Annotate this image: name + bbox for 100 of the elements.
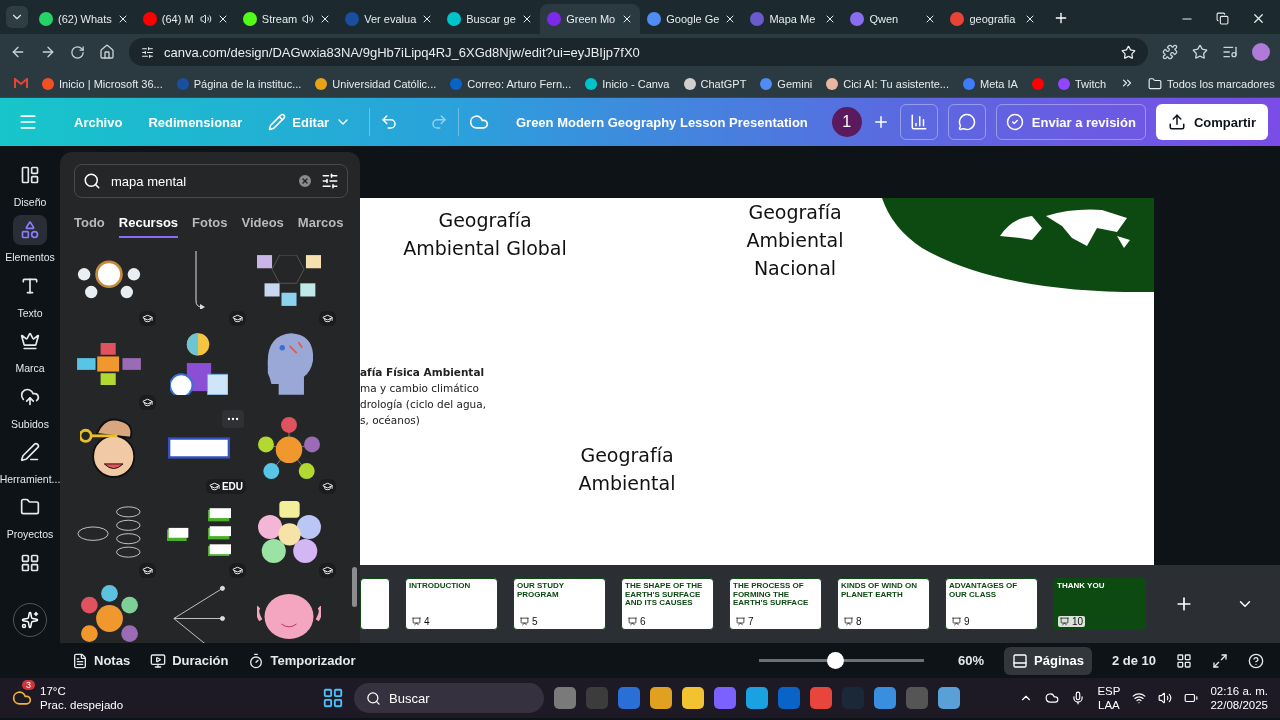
browser-tab[interactable]: Green Mo	[540, 4, 641, 34]
forward-icon[interactable]	[40, 44, 56, 60]
clear-icon[interactable]	[297, 173, 313, 189]
filter-tab[interactable]: Marcos	[297, 214, 344, 238]
help-icon[interactable]	[1248, 652, 1264, 669]
bookmark[interactable]: ChatGPT	[683, 77, 747, 90]
sidebar-item[interactable]: Elementos	[0, 215, 60, 267]
slide-thumbnail[interactable]: KINDS OF WIND ON PLANET EARTH 8	[837, 578, 930, 630]
filter-tab[interactable]: Todo	[74, 214, 105, 238]
bookmark[interactable]: Meta IA	[963, 77, 1018, 90]
browser-tab[interactable]: (64) M	[135, 4, 236, 34]
back-icon[interactable]	[10, 44, 26, 60]
taskbar-app-icon[interactable]	[938, 687, 960, 709]
taskbar-app-icon[interactable]	[746, 687, 768, 709]
sidebar-item[interactable]: Herramient...	[0, 436, 60, 489]
pencil-icon	[268, 113, 287, 131]
arrow-line-drawing	[192, 251, 206, 309]
sidebar-item[interactable]: Proyectos	[0, 492, 60, 544]
browser-tab[interactable]: geografia	[943, 4, 1044, 34]
extensions-icon[interactable]	[1162, 44, 1178, 60]
slide-thumbnail[interactable]: INTRODUCTION 4	[405, 578, 498, 630]
battery-icon[interactable]	[1184, 691, 1199, 705]
sidebar-item[interactable]: Diseño	[0, 160, 60, 212]
taskbar-app-icon[interactable]	[682, 687, 704, 709]
slide-heading: Geografía Ambiental Global	[402, 208, 568, 261]
search-bar[interactable]: mapa mental	[74, 164, 348, 198]
mail-icon[interactable]	[14, 78, 28, 89]
clock-date[interactable]: 22/08/2025	[1210, 698, 1268, 712]
browser-tab[interactable]: Google Ge	[640, 4, 744, 34]
presentation-icon	[520, 617, 529, 626]
search-field[interactable]: mapa mental	[109, 172, 289, 190]
collaborator-avatar[interactable]: 1	[831, 107, 862, 137]
close-icon[interactable]	[1251, 11, 1266, 26]
filter-tab[interactable]: Videos	[241, 214, 284, 238]
oval-mind-map-drawing	[77, 506, 141, 558]
cloud-saved-icon	[469, 112, 490, 132]
all-bookmarks[interactable]: Todos los marcadores	[1148, 76, 1275, 91]
mic-icon[interactable]	[1071, 691, 1086, 705]
slide-thumbnail[interactable]	[360, 578, 390, 630]
browser-tab[interactable]: Ver evalua	[338, 4, 441, 34]
bookmark[interactable]: Twitch	[1057, 77, 1107, 90]
browser-tab[interactable]: Buscar ge	[440, 4, 541, 34]
home-icon[interactable]	[99, 44, 115, 60]
slide-thumbnail[interactable]: THE PROCESS OF FORMING THE EARTH'S SURFACE 7	[729, 578, 822, 630]
fullscreen-icon[interactable]	[1212, 652, 1228, 669]
reload-icon[interactable]	[70, 44, 85, 60]
duration-button[interactable]: Duración	[150, 652, 229, 669]
filter-icon[interactable]	[321, 172, 339, 190]
media-icon[interactable]	[1222, 44, 1238, 60]
more-options-button[interactable]	[222, 410, 244, 428]
slider-thumb[interactable]	[826, 652, 844, 669]
browser-tab[interactable]: (62) Whats	[32, 4, 136, 34]
bookmark[interactable]: Cici AI: Tu asistente...	[826, 77, 949, 90]
bookmark[interactable]: Inicio | Microsoft 36...	[42, 77, 163, 90]
tab-list-button[interactable]	[6, 6, 28, 28]
slide-thumbnail[interactable]: OUR STUDY PROGRAM 5	[513, 578, 606, 630]
sidebar-item[interactable]: Subidos	[0, 381, 60, 433]
bookmark[interactable]: Inicio - Canva	[585, 77, 670, 90]
browser-tab[interactable]: Mapa Me	[743, 4, 844, 34]
browser-tab[interactable]: Qwen	[843, 4, 944, 34]
browser-tab[interactable]: Stream	[235, 4, 339, 34]
start-icon[interactable]	[322, 687, 344, 709]
document-title[interactable]: Green Modern Geography Lesson Presentation	[515, 114, 808, 130]
sidebar-item[interactable]: Texto	[0, 270, 60, 323]
filter-tab[interactable]: Fotos	[192, 214, 228, 238]
wifi-icon[interactable]	[1132, 691, 1147, 705]
taskbar-search[interactable]: Buscar	[354, 683, 544, 713]
bookmark-icon[interactable]	[1031, 77, 1044, 90]
bookmark[interactable]: Universidad Católic...	[315, 77, 437, 90]
cloud-icon[interactable]	[1045, 691, 1060, 705]
clock-time[interactable]: 02:16 a. m.	[1210, 684, 1268, 698]
bookmark[interactable]: Correo: Arturo Fern...	[450, 77, 572, 90]
slide-thumbnail[interactable]: THE SHAPE OF THE EARTH'S SURFACE AND ITS CAUSES 6	[621, 578, 714, 630]
profile-avatar-icon[interactable]	[1252, 43, 1270, 61]
undo-icon[interactable]	[380, 113, 399, 131]
bookmark-star-icon[interactable]	[1192, 44, 1208, 60]
language[interactable]: ESP	[1097, 684, 1121, 698]
taskbar-app-icon[interactable]	[810, 687, 832, 709]
slide-heading: Geografía Ambiental	[577, 443, 677, 496]
slide-thumbnail[interactable]: THANK YOU 10	[1053, 578, 1146, 630]
insights-button[interactable]	[899, 104, 938, 140]
share-button[interactable]: Compartir	[1155, 104, 1268, 140]
bookmark[interactable]: Página de la instituc...	[176, 77, 302, 90]
timer-button[interactable]: Temporizador	[248, 652, 356, 669]
pages-button[interactable]: Páginas	[1004, 646, 1092, 675]
taskbar-app-icon[interactable]	[874, 687, 896, 709]
sidebar-item[interactable]: Marca	[0, 326, 60, 378]
send-review-button[interactable]: Enviar a revisión	[995, 104, 1146, 140]
star-icon[interactable]	[1121, 44, 1136, 60]
comments-button[interactable]	[947, 104, 986, 140]
address-bar[interactable]: canva.com/design/DAGwxia83NA/9gHb7iLipq4RJ_6XGd8Njw/edit?ui=eyJBIjp7fX0	[129, 38, 1148, 66]
bookmark[interactable]: Gemini	[760, 77, 813, 90]
filter-tab[interactable]: Recursos	[118, 214, 179, 238]
volume-icon[interactable]	[1158, 691, 1173, 705]
slide-thumbnail[interactable]: ADVANTAGES OF OUR CLASS 9	[945, 578, 1038, 630]
keyboard-layout[interactable]: LAA	[1098, 698, 1120, 712]
notes-button[interactable]: Notas	[72, 652, 131, 669]
taskbar-app-icon[interactable]	[650, 687, 672, 709]
grid-view-icon[interactable]	[1176, 652, 1192, 669]
restore-icon[interactable]	[1216, 11, 1229, 26]
